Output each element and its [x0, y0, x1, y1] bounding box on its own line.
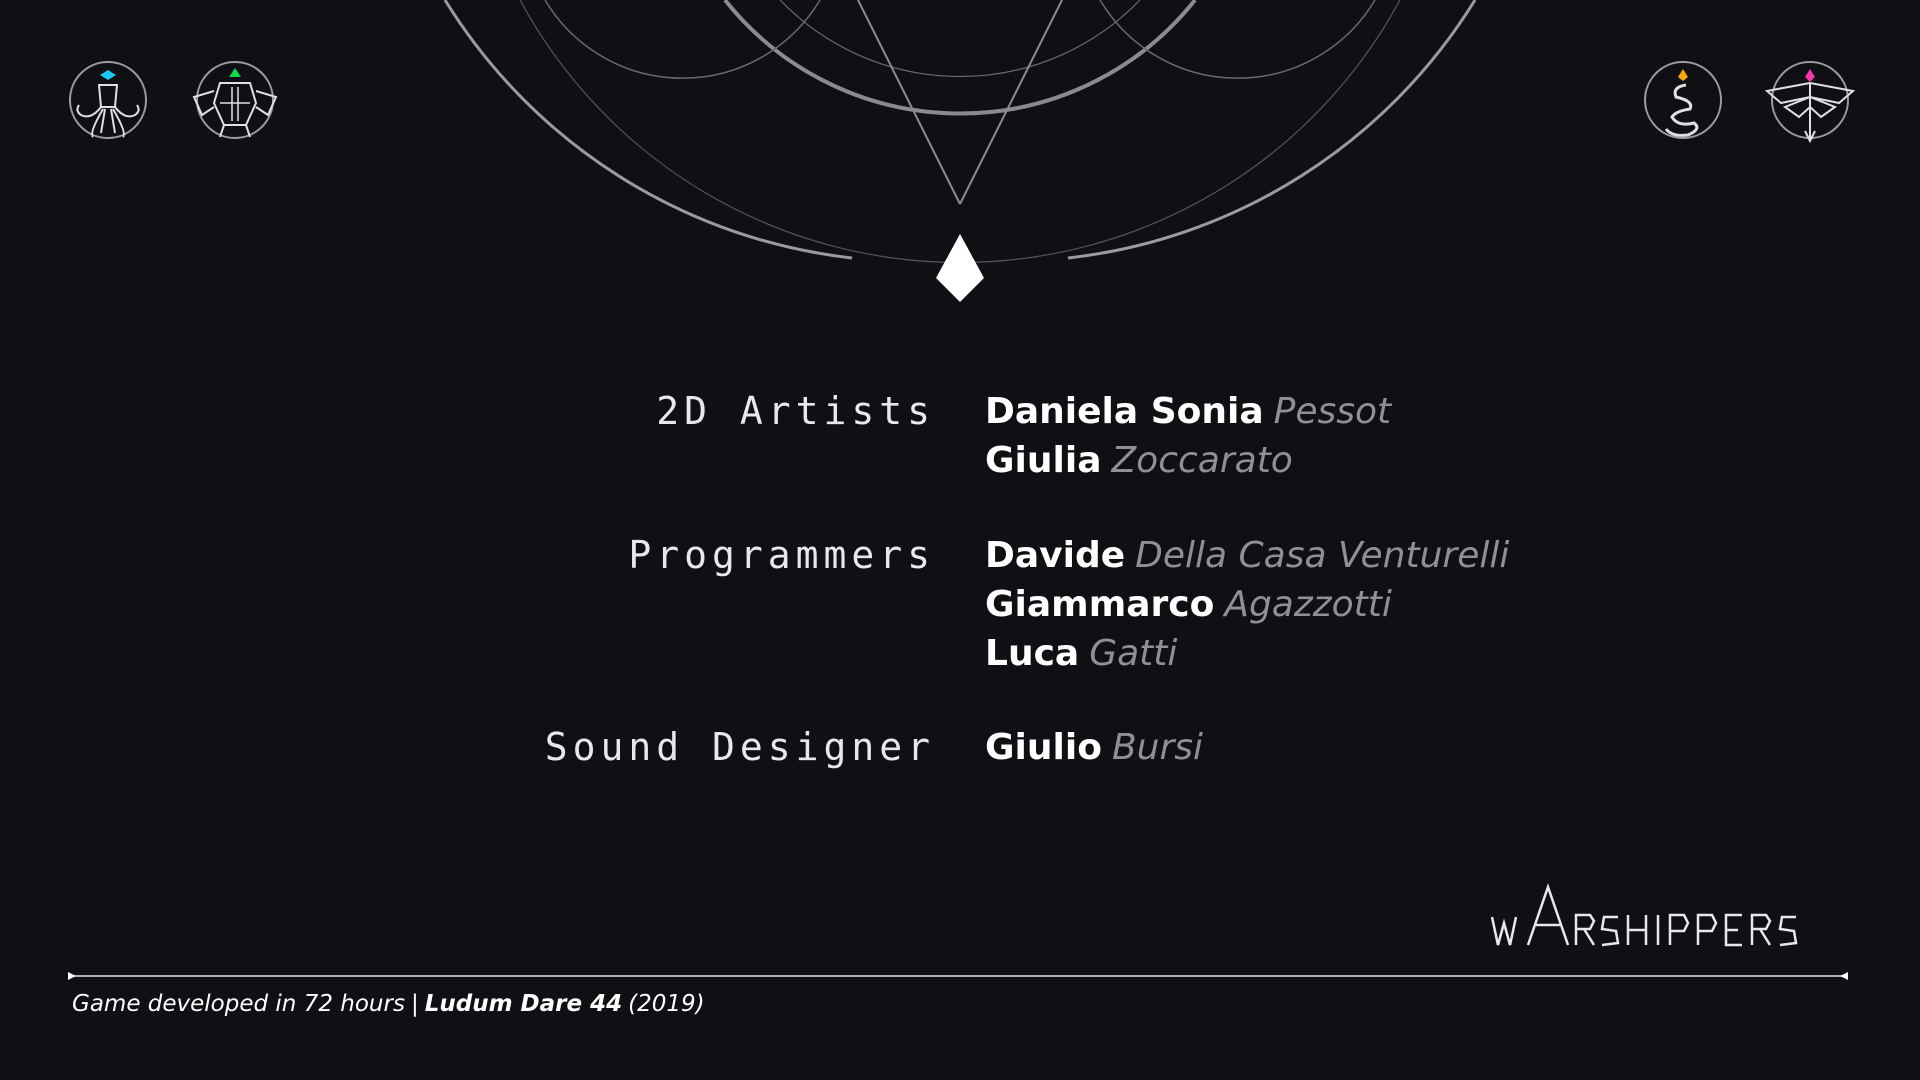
first-name: Giulio: [985, 727, 1102, 768]
middle-arc: [723, 0, 1197, 116]
outer-arc-left: [443, 0, 853, 260]
footer-year: (2019): [628, 991, 705, 1017]
person-name: Giammarco Agazzotti: [985, 580, 1509, 629]
last-name: Agazzotti: [1224, 584, 1392, 625]
names-list: Daniela Sonia Pessot Giulia Zoccarato: [985, 387, 1391, 485]
outer-arc-right: [1067, 0, 1477, 260]
squid-emblem-icon: [53, 45, 163, 155]
first-name: Luca: [985, 633, 1080, 674]
last-name: Bursi: [1111, 727, 1204, 768]
last-name: Pessot: [1273, 391, 1392, 432]
inner-arc-2: [779, 0, 1141, 78]
names-list: Giulio Bursi: [985, 723, 1203, 772]
moth-emblem-icon: [1755, 45, 1865, 155]
footer-separator: |: [410, 991, 419, 1017]
person-name: Daniela Sonia Pessot: [985, 387, 1391, 436]
person-name: Davide Della Casa Venturelli: [985, 531, 1509, 580]
first-name: Davide: [985, 535, 1126, 576]
game-logo: [1490, 883, 1840, 953]
role-label: Programmers: [628, 533, 935, 577]
person-name: Giulia Zoccarato: [985, 436, 1391, 485]
turtle-emblem-icon: [180, 45, 290, 155]
role-label: 2D Artists: [656, 389, 935, 433]
footer-jam-name: Ludum Dare 44: [424, 991, 623, 1017]
names-list: Davide Della Casa Venturelli Giammarco Aga…: [985, 531, 1509, 678]
person-name: Luca Gatti: [985, 629, 1509, 678]
inner-thin-arc: [519, 0, 1401, 264]
person-name: Giulio Bursi: [985, 723, 1203, 772]
first-name: Daniela Sonia: [985, 391, 1264, 432]
small-arc-left: [544, 0, 821, 79]
role-label: Sound Designer: [544, 725, 935, 769]
credits-screen: 2D Artists Daniela Sonia Pessot Giulia Zoc…: [0, 0, 1920, 1080]
first-name: Giulia: [985, 440, 1102, 481]
last-name: Della Casa Venturelli: [1135, 535, 1510, 576]
footer-credit-line: Game developed in 72 hours | Ludum Dare 44…: [72, 988, 705, 1020]
footer-divider: [68, 970, 1848, 982]
first-name: Giammarco: [985, 584, 1215, 625]
footer-lead: Game developed in 72 hours: [72, 991, 405, 1017]
small-arc-right: [1099, 0, 1376, 79]
snake-emblem-icon: [1628, 45, 1738, 155]
last-name: Zoccarato: [1111, 440, 1293, 481]
crystal-drop-icon: [936, 234, 984, 302]
last-name: Gatti: [1089, 633, 1178, 674]
